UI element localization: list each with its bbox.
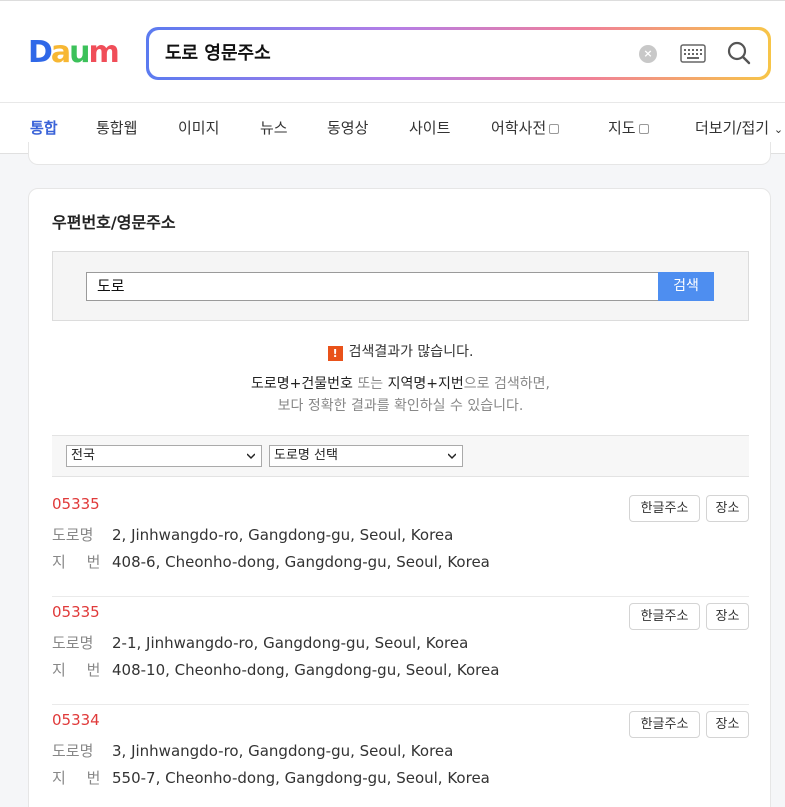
korean-address-button[interactable]: 한글주소 <box>629 711 700 738</box>
hint-line-2: 보다 정확한 결과를 확인하실 수 있습니다. <box>277 398 524 414</box>
search-input[interactable]: 도로 영문주소 <box>165 30 271 77</box>
external-icon <box>638 124 649 134</box>
road-address-row: 도로명 2, Jinhwangdo-ro, Gangdong-gu, Seoul,… <box>52 526 454 544</box>
tab-dictionary-label: 어학사전 <box>491 119 547 137</box>
filter-bar: 전국 도로명 선택 <box>52 435 749 477</box>
previous-card <box>28 142 771 165</box>
lot-address-row: 지 번 408-10, Cheonho-dong, Gangdong-gu, Se… <box>52 661 500 679</box>
tab-map-label: 지도 <box>608 119 636 137</box>
zip-search-input[interactable]: 도로 <box>86 272 660 301</box>
road-address-row: 도로명 2-1, Jinhwangdo-ro, Gangdong-gu, Seou… <box>52 634 469 652</box>
notice-text: 검색결과가 많습니다. <box>348 344 474 360</box>
daum-logo[interactable]: Daum <box>28 37 124 69</box>
road-select[interactable]: 도로명 선택 <box>269 445 463 467</box>
zip-search-button[interactable]: 검색 <box>658 272 714 301</box>
header: Daum 도로 영문주소 × <box>0 0 785 102</box>
result-item: 05334 도로명 3, Jinhwangdo-ro, Gangdong-gu, … <box>52 705 749 807</box>
hint-line-1: 도로명+건물번호 또는 지역명+지번으로 검색하면, <box>251 376 550 392</box>
zip-code[interactable]: 05334 <box>52 711 100 729</box>
warning-icon: ! <box>327 346 343 361</box>
korean-address-button[interactable]: 한글주소 <box>629 603 700 630</box>
region-select[interactable]: 전국 <box>66 445 262 467</box>
chevron-down-icon: ⌄ <box>773 123 784 136</box>
place-button[interactable]: 장소 <box>706 495 749 522</box>
tab-more-label: 더보기/접기 <box>695 119 770 137</box>
search-box[interactable]: 도로 영문주소 × <box>146 27 771 80</box>
card-title: 우편번호/영문주소 <box>52 213 176 232</box>
chevron-down-icon <box>448 453 456 460</box>
korean-address-button[interactable]: 한글주소 <box>629 495 700 522</box>
place-button[interactable]: 장소 <box>706 603 749 630</box>
zip-code[interactable]: 05335 <box>52 495 100 513</box>
external-icon <box>549 124 560 134</box>
zip-search-area: 도로 검색 <box>52 251 749 321</box>
chevron-down-icon <box>247 453 255 460</box>
notice: ! 검색결과가 많습니다. <box>29 341 772 361</box>
lot-address-row: 지 번 550-7, Cheonho-dong, Gangdong-gu, Seo… <box>52 769 490 787</box>
clear-icon[interactable]: × <box>639 45 657 63</box>
road-address-row: 도로명 3, Jinhwangdo-ro, Gangdong-gu, Seoul,… <box>52 742 454 760</box>
zipcode-card: 우편번호/영문주소 도로 검색 ! 검색결과가 많습니다. 도로명+건물번호 또는… <box>28 188 771 807</box>
zip-code[interactable]: 05335 <box>52 603 100 621</box>
result-item: 05335 도로명 2, Jinhwangdo-ro, Gangdong-gu, … <box>52 489 749 597</box>
result-item: 05335 도로명 2-1, Jinhwangdo-ro, Gangdong-gu… <box>52 597 749 705</box>
place-button[interactable]: 장소 <box>706 711 749 738</box>
search-icon[interactable] <box>727 41 751 65</box>
keyboard-icon[interactable] <box>680 44 706 63</box>
lot-address-row: 지 번 408-6, Cheonho-dong, Gangdong-gu, Seo… <box>52 553 490 571</box>
